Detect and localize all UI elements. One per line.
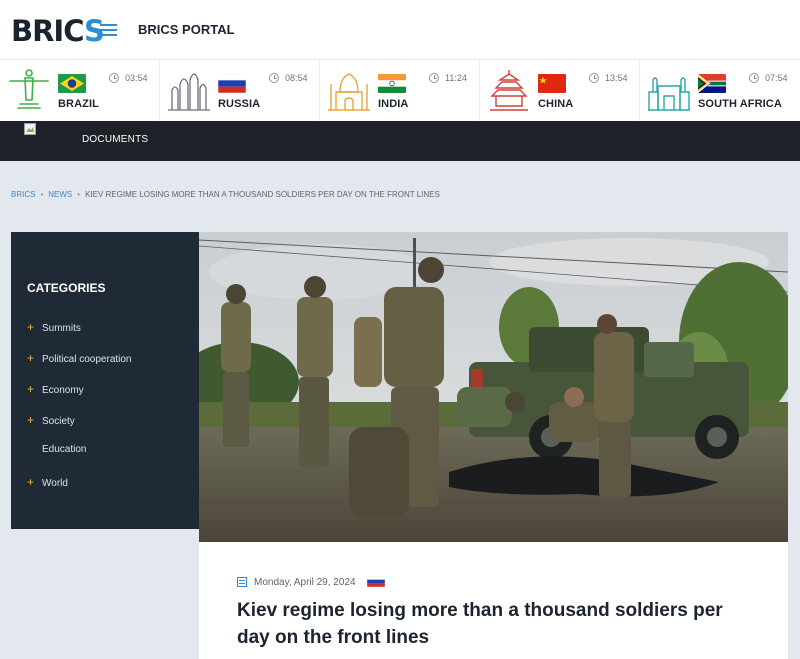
- article-date: Monday, April 29, 2024: [254, 577, 356, 588]
- broken-image-icon: [24, 123, 36, 135]
- clock-icon: [429, 73, 439, 83]
- expand-plus-icon[interactable]: +: [27, 475, 42, 489]
- country-time: 08:54: [285, 73, 308, 83]
- breadcrumb-news[interactable]: NEWS: [48, 190, 72, 199]
- clock-icon: [749, 73, 759, 83]
- country-india[interactable]: 11:24 INDIA: [320, 60, 480, 121]
- logo-text: BRIC: [11, 14, 85, 48]
- country-south-africa[interactable]: 07:54 SOUTH AFRICA: [640, 60, 800, 121]
- brazil-flag-icon: [58, 74, 86, 93]
- category-label: Economy: [42, 385, 84, 396]
- saint-basil-cathedral-icon: [168, 73, 210, 111]
- union-buildings-icon: [648, 77, 690, 111]
- russia-flag-icon: [367, 576, 385, 587]
- breadcrumb-current: KIEV REGIME LOSING MORE THAN A THOUSAND …: [85, 190, 440, 199]
- categories-sidebar: CATEGORIES + Summits + Political cooperati…: [11, 232, 199, 529]
- top-header: BRICS BRICS PORTAL: [0, 0, 800, 60]
- country-russia[interactable]: 08:54 RUSSIA: [160, 60, 320, 121]
- russia-flag-icon: [218, 74, 246, 93]
- category-world[interactable]: + World: [27, 475, 68, 489]
- expand-plus-icon[interactable]: +: [27, 382, 42, 396]
- category-society[interactable]: + Society: [27, 413, 75, 427]
- country-name: BRAZIL: [58, 98, 99, 110]
- country-strip: 03:54 BRAZIL 08:54 RUSSIA 11:24 INDIA 13…: [0, 60, 800, 121]
- taj-mahal-icon: [328, 73, 370, 111]
- nav-documents[interactable]: DOCUMENTS: [82, 134, 148, 145]
- india-flag-icon: [378, 74, 406, 93]
- country-time: 11:24: [445, 73, 467, 83]
- article-headline[interactable]: Kiev regime losing more than a thousand …: [237, 597, 757, 651]
- calendar-icon: [237, 577, 247, 587]
- clock-icon: [269, 73, 279, 83]
- country-time: 03:54: [125, 73, 148, 83]
- breadcrumb-separator: •: [77, 190, 81, 199]
- article-hero-image[interactable]: [199, 232, 788, 542]
- hamburger-menu-icon[interactable]: [100, 24, 117, 37]
- country-name: SOUTH AFRICA: [698, 98, 782, 110]
- category-economy[interactable]: + Economy: [27, 382, 84, 396]
- country-time: 07:54: [765, 73, 788, 83]
- breadcrumb-home[interactable]: BRICS: [11, 190, 35, 199]
- categories-title: CATEGORIES: [27, 281, 106, 295]
- category-education[interactable]: Education: [27, 444, 86, 455]
- portal-title[interactable]: BRICS PORTAL: [138, 22, 235, 37]
- south-africa-flag-icon: [698, 74, 726, 93]
- expand-plus-icon[interactable]: +: [27, 413, 42, 427]
- country-name: INDIA: [378, 98, 409, 110]
- category-label: Political cooperation: [42, 354, 132, 365]
- category-label: Summits: [42, 323, 81, 334]
- brics-logo[interactable]: BRICS: [11, 14, 105, 48]
- category-political-cooperation[interactable]: + Political cooperation: [27, 351, 132, 365]
- temple-of-heaven-icon: [490, 70, 528, 111]
- clock-icon: [589, 73, 599, 83]
- breadcrumb: BRICS • NEWS • KIEV REGIME LOSING MORE THAN …: [11, 190, 440, 199]
- country-time: 13:54: [605, 73, 628, 83]
- category-label: World: [42, 478, 68, 489]
- country-china[interactable]: 13:54 CHINA: [480, 60, 640, 121]
- country-name: CHINA: [538, 98, 574, 110]
- china-flag-icon: [538, 74, 566, 93]
- breadcrumb-separator: •: [40, 190, 44, 199]
- country-brazil[interactable]: 03:54 BRAZIL: [0, 60, 160, 121]
- expand-plus-icon[interactable]: +: [27, 320, 42, 334]
- category-label: Society: [42, 416, 75, 427]
- article-card: Monday, April 29, 2024 Kiev regime losin…: [199, 542, 788, 659]
- category-summits[interactable]: + Summits: [27, 320, 81, 334]
- expand-plus-icon[interactable]: +: [27, 351, 42, 365]
- country-name: RUSSIA: [218, 98, 261, 110]
- clock-icon: [109, 73, 119, 83]
- category-label: Education: [42, 444, 87, 455]
- christ-the-redeemer-icon: [9, 69, 49, 109]
